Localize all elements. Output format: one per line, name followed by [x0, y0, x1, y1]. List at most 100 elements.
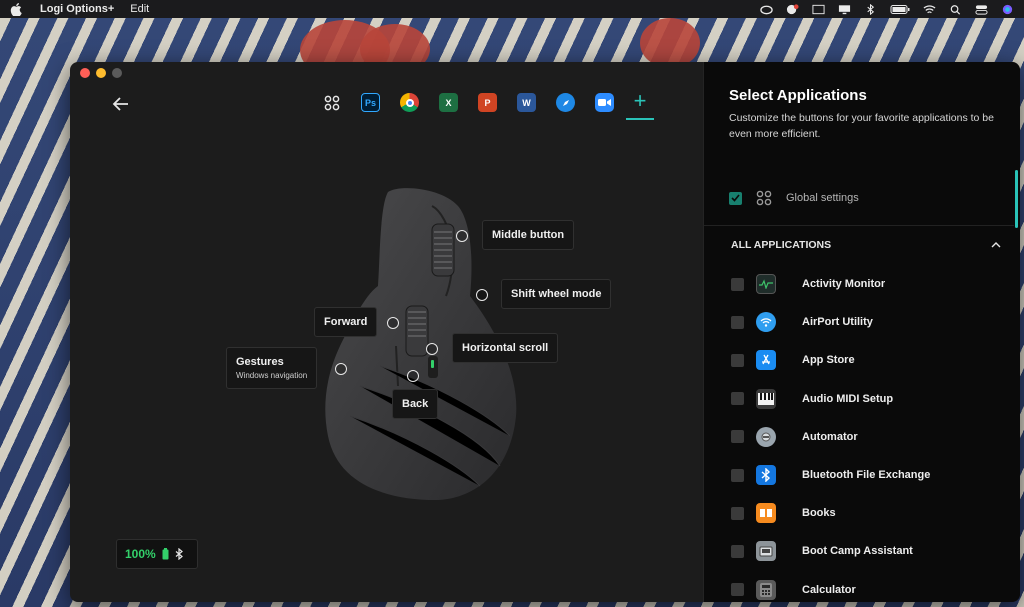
display-icon[interactable]: [838, 4, 851, 15]
app-name: App Store: [802, 354, 855, 367]
menu-app-name[interactable]: Logi Options+: [40, 3, 114, 15]
gestures-hotspot[interactable]: [335, 363, 347, 375]
forward-label: Forward: [324, 316, 368, 328]
siri-icon[interactable]: [1001, 4, 1014, 15]
active-tab-underline: [626, 118, 654, 120]
select-applications-panel: Select Applications Customize the button…: [703, 62, 1020, 602]
shift-wheel-label: Shift wheel mode: [511, 288, 602, 300]
app-row-boot-camp-assistant[interactable]: Boot Camp Assistant: [731, 532, 1001, 570]
close-window-button[interactable]: [80, 68, 90, 78]
app-name: Audio MIDI Setup: [802, 392, 894, 405]
menu-edit[interactable]: Edit: [130, 3, 149, 15]
app-checkbox[interactable]: [731, 583, 744, 597]
shift-wheel-hotspot[interactable]: [476, 289, 488, 301]
app-row-audio-midi-setup[interactable]: Audio MIDI Setup: [731, 380, 1001, 418]
application-list: Activity Monitor AirPort Utility App Sto…: [731, 265, 1001, 602]
app-checkbox[interactable]: [731, 506, 744, 520]
automator-icon: [756, 426, 776, 447]
books-icon: [756, 503, 776, 524]
middle-button-callout[interactable]: Middle button: [482, 220, 575, 250]
word-icon[interactable]: W: [517, 93, 536, 112]
search-icon[interactable]: [949, 4, 962, 15]
status-tray: [760, 3, 1014, 15]
excel-icon[interactable]: X: [439, 93, 458, 112]
app-name: Books: [802, 507, 836, 520]
application-tabs: Ps X P W: [322, 93, 614, 112]
audio-midi-icon: [756, 388, 776, 409]
forward-callout[interactable]: Forward: [314, 307, 378, 337]
app-row-app-store[interactable]: App Store: [731, 341, 1001, 379]
battery-percent: 100%: [125, 547, 156, 561]
wifi-icon[interactable]: [923, 4, 936, 15]
macos-menu-bar: Logi Options+ Edit: [0, 0, 1024, 18]
horizontal-scroll-label: Horizontal scroll: [462, 342, 549, 354]
add-application-tab[interactable]: +: [626, 90, 654, 124]
global-settings-row[interactable]: Global settings: [729, 190, 859, 206]
app-checkbox[interactable]: [731, 353, 744, 367]
app-row-airport-utility[interactable]: AirPort Utility: [731, 303, 1001, 341]
app-name: Calculator: [802, 583, 856, 596]
back-arrow-icon[interactable]: [112, 96, 130, 112]
app-row-automator[interactable]: Automator: [731, 418, 1001, 456]
app-row-bluetooth-file-exchange[interactable]: Bluetooth File Exchange: [731, 456, 1001, 494]
bluetooth-icon: [175, 548, 183, 560]
chrome-icon[interactable]: [400, 93, 419, 112]
boot-camp-icon: [756, 541, 776, 562]
powerpoint-icon[interactable]: P: [478, 93, 497, 112]
horizontal-scroll-hotspot[interactable]: [426, 343, 438, 355]
battery-status: 100%: [116, 539, 198, 569]
middle-button-label: Middle button: [492, 229, 565, 241]
global-settings-checkbox[interactable]: [729, 191, 742, 205]
activity-monitor-icon: [756, 274, 776, 295]
airport-utility-icon: [756, 312, 776, 333]
app-name: Automator: [802, 430, 858, 443]
nhk-icon[interactable]: [812, 4, 825, 15]
app-name: Boot Camp Assistant: [802, 545, 913, 558]
calculator-icon: [756, 579, 776, 600]
gestures-label: Gestures: [236, 356, 284, 368]
shift-wheel-callout[interactable]: Shift wheel mode: [501, 279, 612, 309]
panel-scrollbar[interactable]: [1015, 170, 1018, 228]
app-checkbox[interactable]: [731, 544, 744, 558]
app-row-calculator[interactable]: Calculator: [731, 571, 1001, 603]
safari-icon[interactable]: [556, 93, 575, 112]
app-name: Bluetooth File Exchange: [802, 469, 931, 482]
app-checkbox[interactable]: [731, 392, 744, 406]
creative-cloud-icon[interactable]: [760, 4, 773, 15]
app-checkbox[interactable]: [731, 468, 744, 482]
control-center-icon[interactable]: [975, 4, 988, 15]
zoom-icon[interactable]: [595, 93, 614, 112]
back-callout[interactable]: Back: [392, 389, 439, 419]
minimize-window-button[interactable]: [96, 68, 106, 78]
horizontal-scroll-callout[interactable]: Horizontal scroll: [452, 333, 559, 363]
photoshop-icon[interactable]: Ps: [361, 93, 380, 112]
global-apps-icon: [756, 190, 772, 206]
notification-icon[interactable]: [786, 3, 799, 15]
forward-hotspot[interactable]: [387, 317, 399, 329]
panel-description: Customize the buttons for your favorite …: [729, 112, 994, 140]
global-apps-icon[interactable]: [322, 93, 341, 112]
battery-level-icon: [162, 548, 169, 560]
battery-icon[interactable]: [890, 4, 910, 15]
maximize-window-button[interactable]: [112, 68, 122, 78]
bluetooth-icon[interactable]: [864, 3, 877, 15]
logi-options-window: Ps X P W + Middle button Shift wheel mod…: [70, 62, 1020, 602]
app-checkbox[interactable]: [731, 277, 744, 291]
app-checkbox[interactable]: [731, 430, 744, 444]
panel-divider: [704, 225, 1014, 226]
plus-icon: +: [633, 88, 647, 113]
global-settings-label: Global settings: [786, 192, 859, 204]
middle-button-hotspot[interactable]: [456, 230, 468, 242]
chevron-up-icon[interactable]: [991, 242, 1001, 248]
all-applications-header[interactable]: ALL APPLICATIONS: [731, 239, 1001, 251]
app-checkbox[interactable]: [731, 315, 744, 329]
app-row-activity-monitor[interactable]: Activity Monitor: [731, 265, 1001, 303]
back-hotspot[interactable]: [407, 370, 419, 382]
gestures-sublabel: Windows navigation: [236, 371, 308, 380]
back-label: Back: [402, 398, 429, 410]
app-name: Activity Monitor: [802, 278, 886, 291]
gestures-callout[interactable]: Gestures Windows navigation: [226, 347, 318, 389]
app-row-books[interactable]: Books: [731, 494, 1001, 532]
panel-title: Select Applications: [729, 87, 867, 104]
apple-menu-icon[interactable]: [10, 2, 22, 16]
